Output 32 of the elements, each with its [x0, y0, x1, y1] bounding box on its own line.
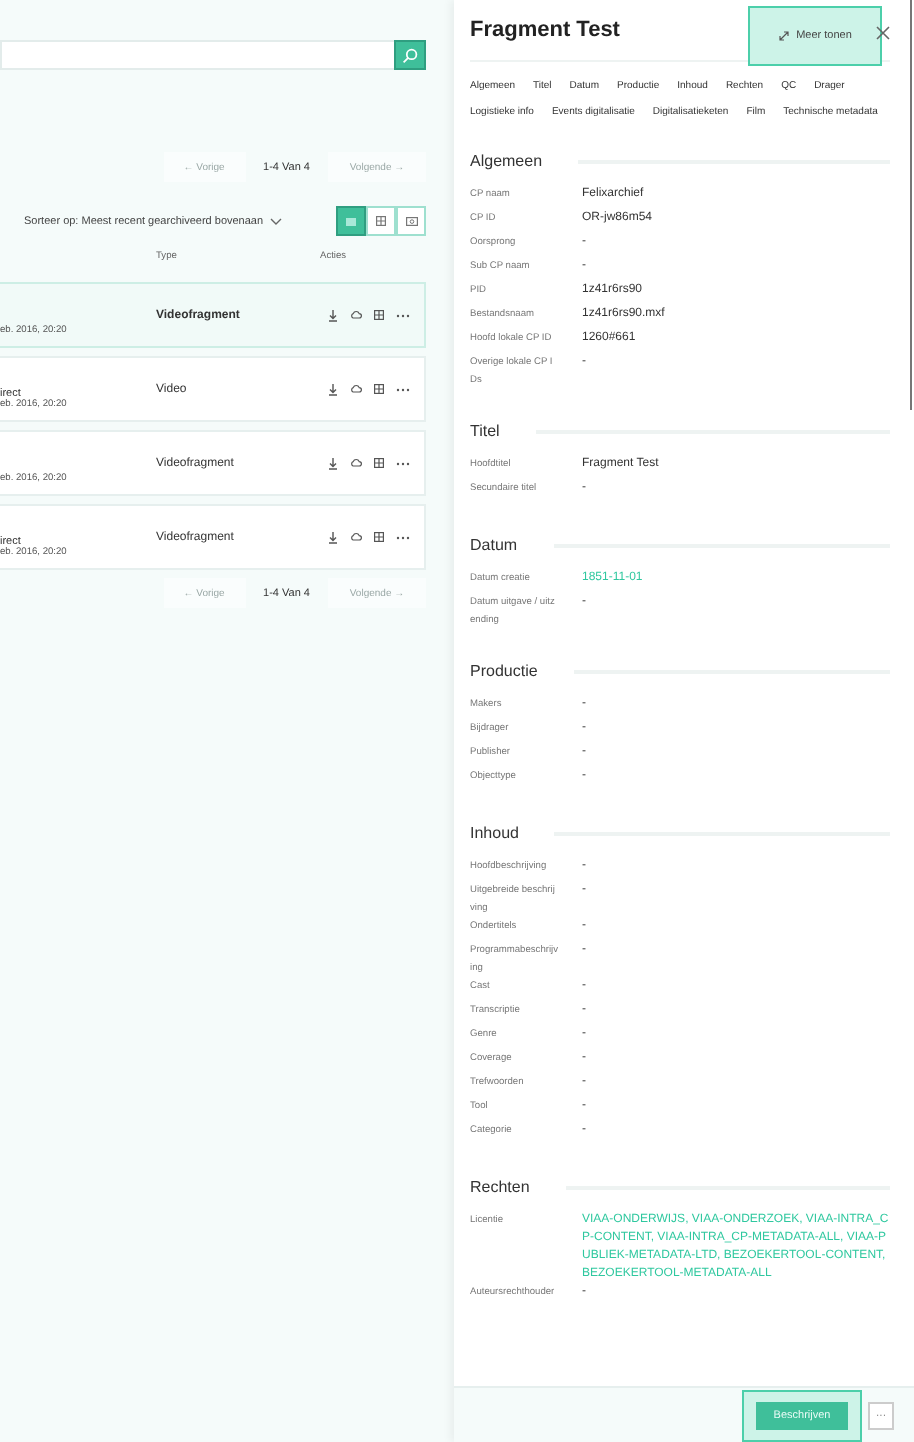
download-icon[interactable] — [328, 309, 338, 321]
section-heading: Inhoud — [470, 824, 519, 842]
grid-icon[interactable] — [374, 458, 384, 468]
grid-icon — [376, 216, 386, 226]
grid-icon[interactable] — [374, 310, 384, 320]
section-heading: Titel — [470, 422, 500, 440]
close-icon[interactable] — [876, 26, 890, 40]
scrollbar[interactable] — [909, 0, 912, 410]
image-icon — [405, 216, 417, 226]
view-toggle[interactable] — [336, 206, 366, 236]
list-icon — [346, 217, 356, 225]
chevron-icon — [269, 217, 282, 225]
expand-icon — [778, 30, 791, 42]
section-heading: Rechten — [470, 1178, 530, 1196]
grid-icon[interactable] — [374, 384, 384, 394]
cloud-icon[interactable] — [350, 384, 362, 394]
grid-icon[interactable] — [374, 532, 384, 542]
detail-title: Fragment Test — [470, 18, 620, 42]
section-heading: Algemeen — [470, 152, 543, 170]
search-button[interactable] — [394, 40, 426, 70]
cloud-icon[interactable] — [350, 458, 362, 468]
view-toggle[interactable] — [366, 206, 396, 236]
section-heading: Productie — [470, 662, 538, 680]
cloud-icon[interactable] — [350, 532, 362, 542]
view-toggle[interactable] — [396, 206, 426, 236]
download-icon[interactable] — [328, 457, 338, 469]
search-field[interactable] — [0, 40, 394, 70]
download-icon[interactable] — [328, 383, 338, 395]
download-icon[interactable] — [328, 531, 338, 543]
search-icon — [402, 47, 418, 63]
cloud-icon[interactable] — [350, 310, 362, 320]
section-heading: Datum — [470, 536, 518, 554]
